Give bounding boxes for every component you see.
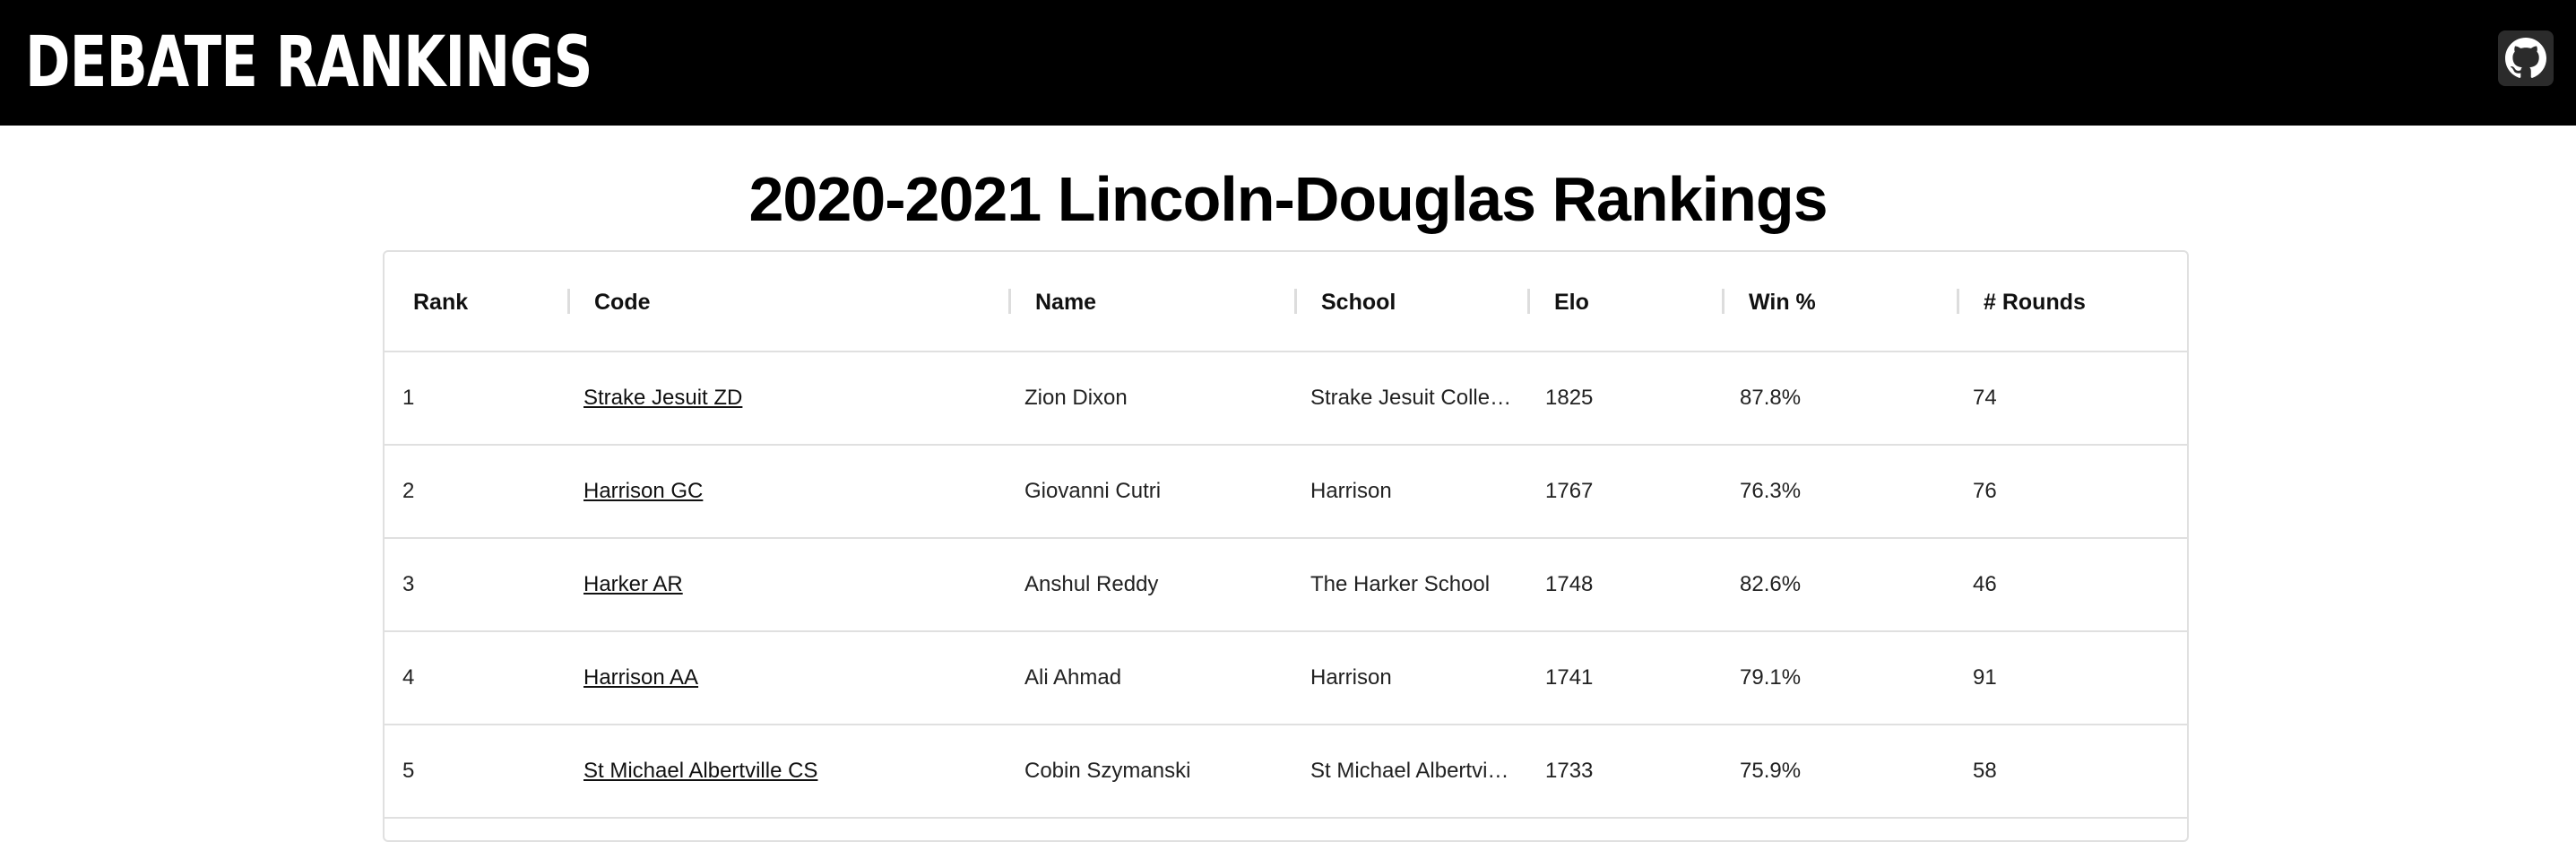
table-row: 4 Harrison AA Ali Ahmad Harrison 1741 79…	[385, 632, 2187, 725]
top-navbar: DEBATE RANKINGS	[0, 0, 2576, 126]
team-code-link[interactable]: Harrison GC	[583, 479, 703, 503]
cell-school: Harrison	[1310, 479, 1392, 503]
team-code-link[interactable]: Harker AR	[583, 572, 683, 596]
cell-rank: 1	[402, 386, 415, 410]
column-resizer[interactable]	[567, 289, 570, 314]
table-row: 2 Harrison GC Giovanni Cutri Harrison 17…	[385, 446, 2187, 539]
github-link-button[interactable]	[2498, 30, 2554, 86]
cell-win-percent: 75.9%	[1740, 759, 1802, 783]
cell-school: Strake Jesuit Colle…	[1310, 386, 1512, 410]
page-title: 2020-2021 Lincoln-Douglas Rankings	[748, 164, 1828, 234]
cell-rank: 5	[402, 759, 415, 783]
cell-elo: 1748	[1545, 572, 1594, 596]
cell-school: St Michael Albertvi…	[1310, 759, 1509, 783]
column-resizer[interactable]	[1008, 289, 1011, 314]
github-icon	[2505, 38, 2546, 78]
cell-win-percent: 87.8%	[1740, 386, 1802, 410]
site-brand[interactable]: DEBATE RANKINGS	[25, 13, 592, 113]
cell-name: Ali Ahmad	[1024, 665, 1122, 690]
column-header-elo[interactable]: Elo	[1554, 252, 1589, 352]
team-code-link[interactable]: St Michael Albertville CS	[583, 759, 817, 783]
cell-rank: 3	[402, 572, 415, 596]
column-header-rounds[interactable]: # Rounds	[1984, 252, 2086, 352]
team-code-link[interactable]: Harrison AA	[583, 665, 698, 690]
cell-code: Harrison GC	[583, 446, 1005, 537]
column-resizer[interactable]	[1527, 289, 1530, 314]
cell-elo: 1733	[1545, 759, 1594, 783]
column-header-school[interactable]: School	[1321, 252, 1396, 352]
table-header: Rank Code Name School Elo Win % # Rounds	[385, 252, 2187, 352]
cell-code: Harker AR	[583, 539, 1005, 630]
column-header-code[interactable]: Code	[594, 252, 651, 352]
column-resizer[interactable]	[1294, 289, 1297, 314]
table-row: 5 St Michael Albertville CS Cobin Szyman…	[385, 725, 2187, 819]
cell-rank: 4	[402, 665, 415, 690]
column-resizer[interactable]	[1957, 289, 1959, 314]
cell-rank: 2	[402, 479, 415, 503]
column-header-name[interactable]: Name	[1035, 252, 1096, 352]
rankings-table: Rank Code Name School Elo Win % # Rounds…	[383, 250, 2189, 842]
cell-win-percent: 76.3%	[1740, 479, 1802, 503]
column-header-win-percent[interactable]: Win %	[1749, 252, 1816, 352]
team-code-link[interactable]: Strake Jesuit ZD	[583, 386, 742, 410]
cell-name: Giovanni Cutri	[1024, 479, 1162, 503]
cell-code: Strake Jesuit ZD	[583, 352, 1005, 444]
cell-elo: 1825	[1545, 386, 1594, 410]
cell-elo: 1741	[1545, 665, 1594, 690]
cell-rounds: 74	[1973, 386, 1997, 410]
cell-rounds: 91	[1973, 665, 1997, 690]
cell-name: Zion Dixon	[1024, 386, 1128, 410]
cell-name: Cobin Szymanski	[1024, 759, 1191, 783]
cell-name: Anshul Reddy	[1024, 572, 1159, 596]
cell-school: The Harker School	[1310, 572, 1491, 596]
table-row: 1 Strake Jesuit ZD Zion Dixon Strake Jes…	[385, 352, 2187, 446]
cell-rounds: 58	[1973, 759, 1997, 783]
column-header-rank[interactable]: Rank	[413, 252, 468, 352]
cell-code: Harrison AA	[583, 632, 1005, 724]
cell-win-percent: 79.1%	[1740, 665, 1802, 690]
cell-rounds: 46	[1973, 572, 1997, 596]
cell-elo: 1767	[1545, 479, 1594, 503]
cell-code: St Michael Albertville CS	[583, 725, 1005, 817]
column-resizer[interactable]	[1722, 289, 1725, 314]
table-row: 3 Harker AR Anshul Reddy The Harker Scho…	[385, 539, 2187, 632]
cell-rounds: 76	[1973, 479, 1997, 503]
cell-school: Harrison	[1310, 665, 1392, 690]
cell-win-percent: 82.6%	[1740, 572, 1802, 596]
